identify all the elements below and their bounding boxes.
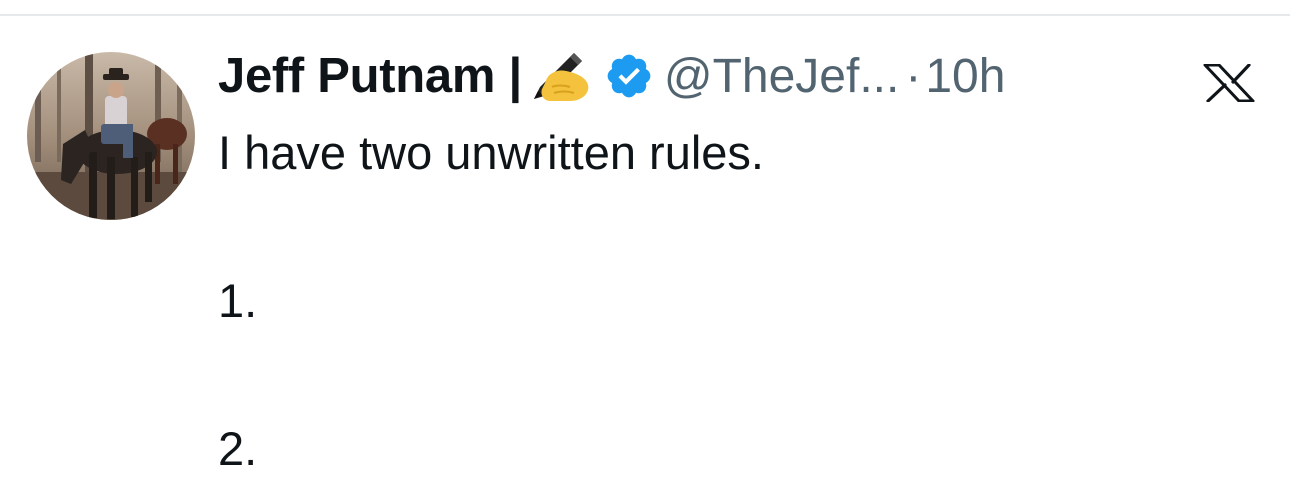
- x-logo-icon: [1203, 63, 1255, 103]
- display-name[interactable]: Jeff Putnam |: [218, 48, 522, 104]
- avatar-image: [27, 52, 195, 220]
- writing-hand-emoji-icon: [526, 49, 592, 103]
- profile-avatar[interactable]: [27, 52, 195, 220]
- tweet-text-line: [218, 190, 1218, 264]
- tweet-text-line: I have two unwritten rules.: [218, 126, 764, 179]
- tweet: Jeff Putnam | @TheJef... · 10h I have tw…: [218, 40, 1218, 486]
- tweet-text-line: 1.: [218, 274, 258, 327]
- timestamp[interactable]: 10h: [925, 49, 1005, 104]
- user-handle[interactable]: @TheJef...: [664, 49, 899, 104]
- top-divider: [0, 14, 1290, 16]
- tweet-text-line: [218, 338, 1218, 412]
- tweet-text-line: 2.: [218, 422, 258, 475]
- tweet-header: Jeff Putnam | @TheJef... · 10h: [218, 40, 1218, 112]
- separator-dot: ·: [905, 49, 922, 103]
- verified-badge-icon[interactable]: [604, 51, 654, 101]
- tweet-text: I have two unwritten rules. 1. 2.: [218, 116, 1218, 486]
